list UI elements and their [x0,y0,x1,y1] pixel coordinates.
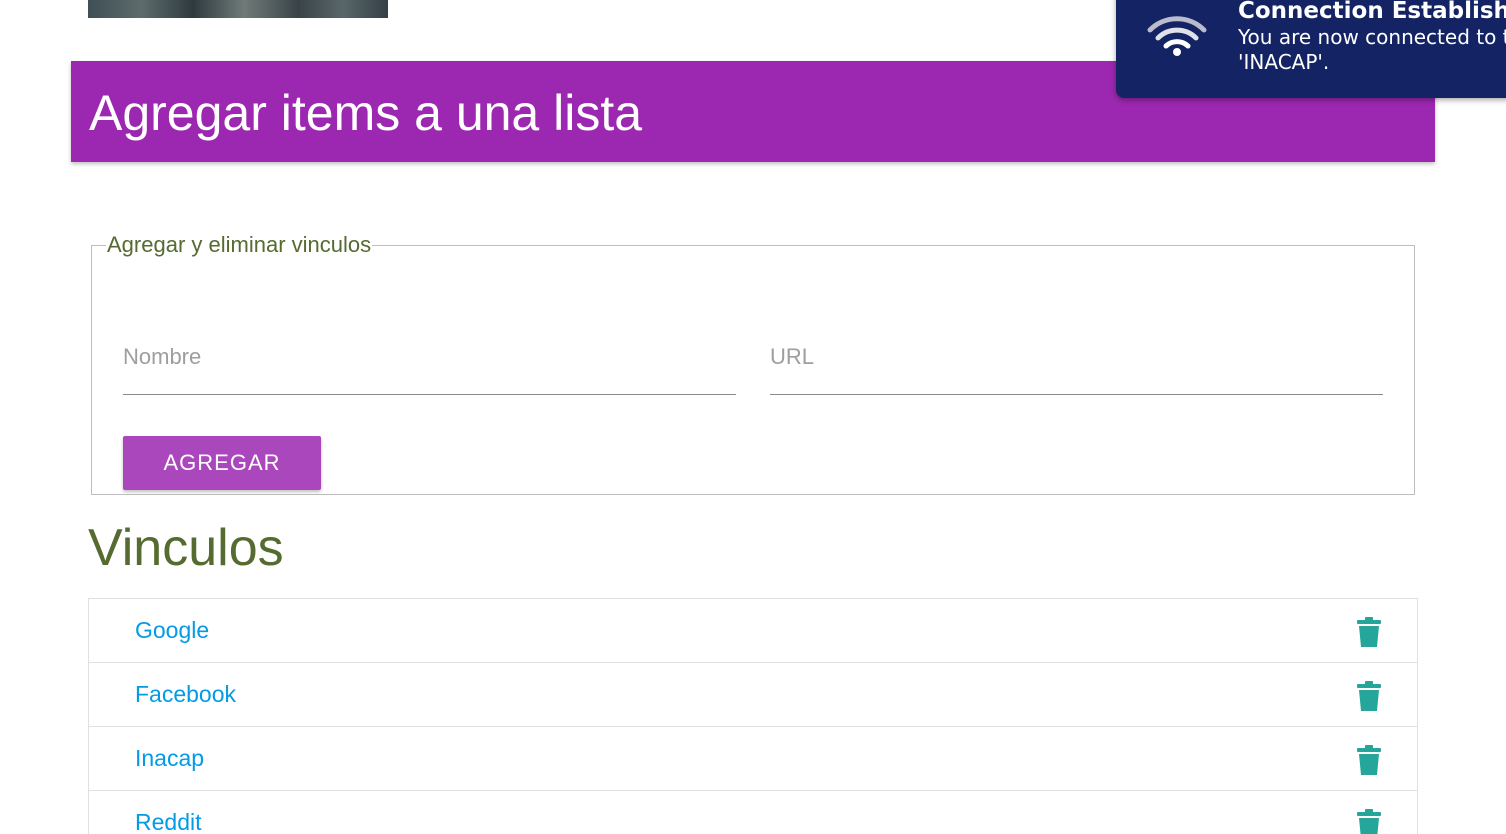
form-legend: Agregar y eliminar vinculos [107,232,372,257]
nombre-input[interactable] [123,329,736,385]
notification-title: Connection Established [1238,0,1506,24]
trash-icon[interactable] [1357,745,1381,775]
add-button[interactable]: AGREGAR [123,436,321,490]
link-form: Agregar y eliminar vinculos AGREGAR [91,233,1415,495]
header-image [88,0,388,18]
list-item: Google [89,599,1417,663]
trash-icon[interactable] [1357,617,1381,647]
list-item: Facebook [89,663,1417,727]
trash-icon[interactable] [1357,809,1381,834]
connection-notification[interactable]: Connection Established You are now conne… [1116,0,1506,98]
link-facebook[interactable]: Facebook [135,679,236,709]
notification-message: You are now connected to the network 'IN… [1238,25,1506,74]
list-item: Reddit [89,791,1417,834]
trash-icon[interactable] [1357,681,1381,711]
link-reddit[interactable]: Reddit [135,807,201,834]
url-input[interactable] [770,329,1383,385]
page: Agregar items a una lista Agregar y elim… [0,0,1506,834]
links-section-title: Vinculos [88,519,284,577]
page-title: Agregar items a una lista [89,85,643,141]
link-list: Google Facebook Inacap Reddit [88,598,1418,834]
nombre-field [123,329,736,395]
link-inacap[interactable]: Inacap [135,743,204,773]
list-item: Inacap [89,727,1417,791]
url-field [770,329,1383,395]
link-google[interactable]: Google [135,615,209,645]
wifi-icon [1147,16,1207,56]
